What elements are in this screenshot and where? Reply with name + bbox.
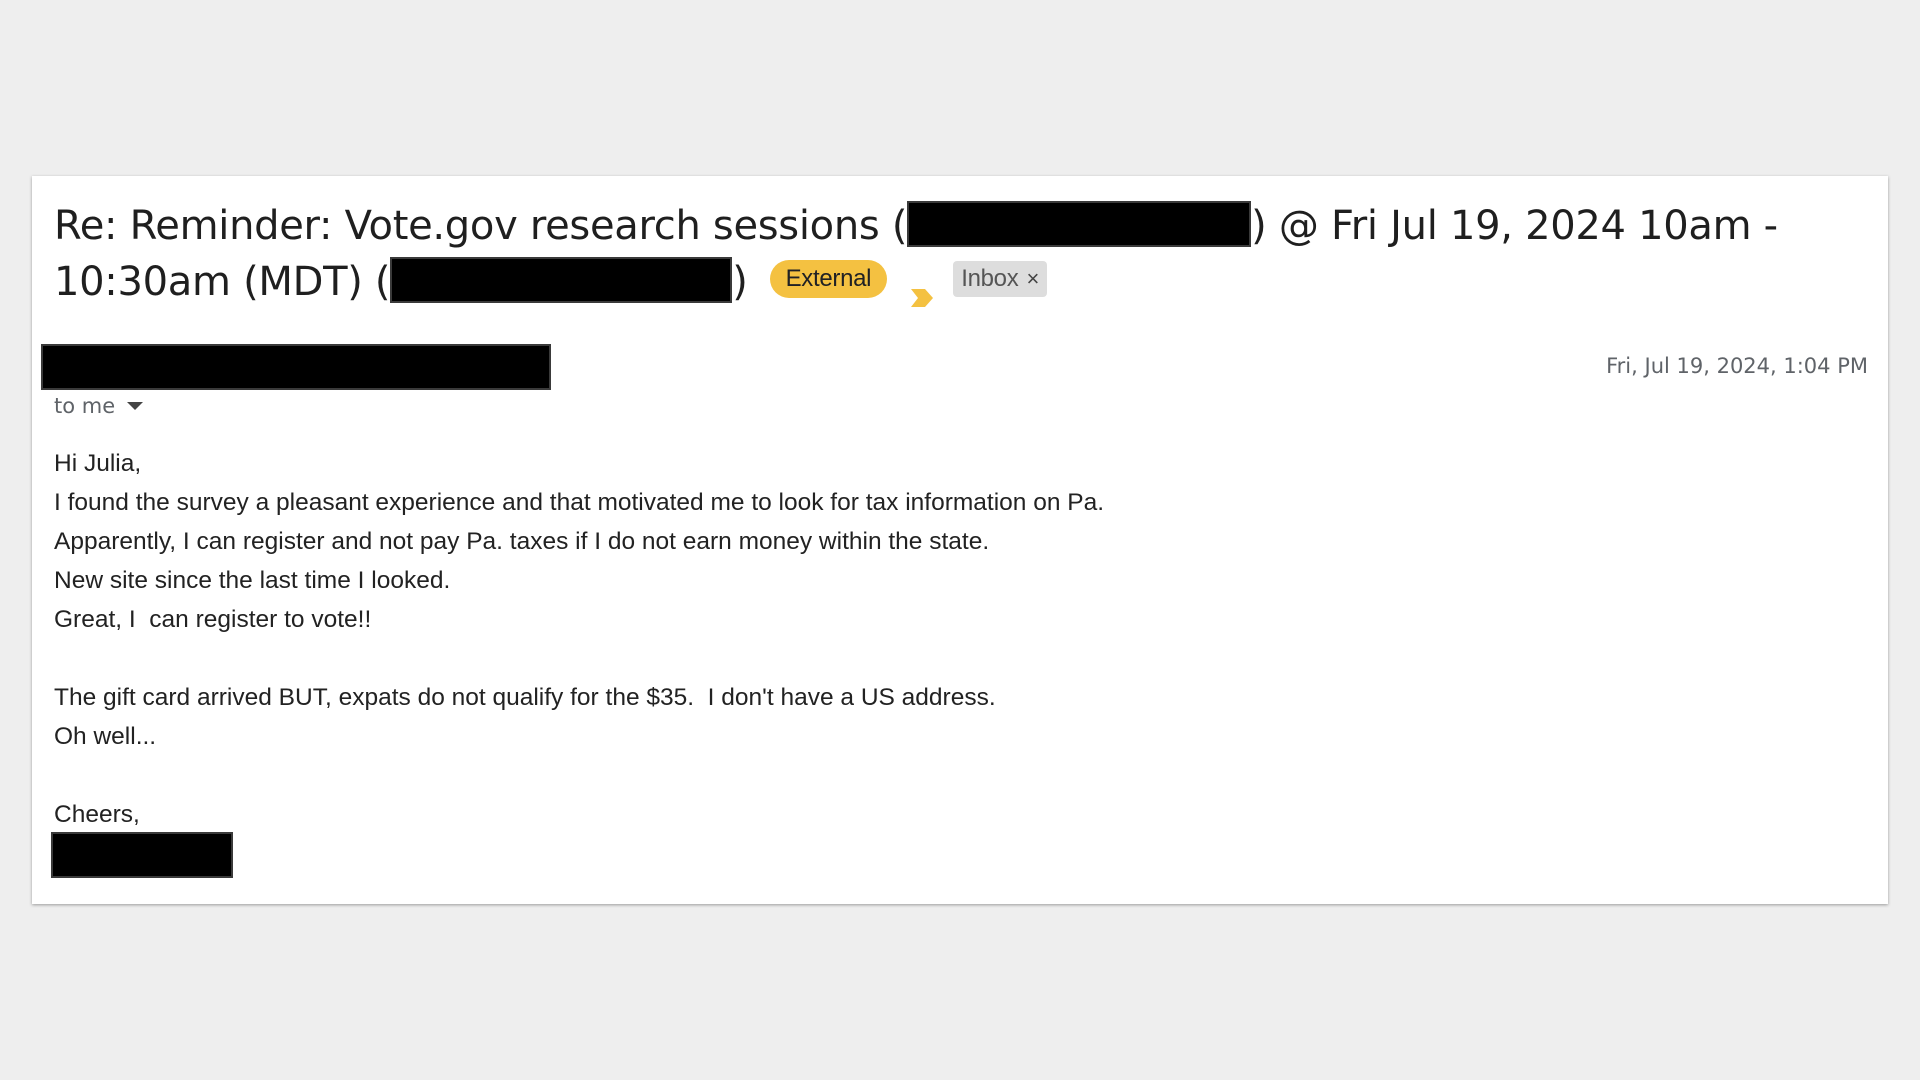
body-line: Oh well... xyxy=(54,723,157,750)
email-subject: Re: Reminder: Vote.gov research sessions… xyxy=(54,198,1844,310)
subject-text-part-1: Re: Reminder: Vote.gov research sessions… xyxy=(54,203,908,249)
recipient-text: to me xyxy=(54,394,116,418)
body-line: Great, I can register to vote!! xyxy=(54,606,372,633)
close-icon[interactable]: × xyxy=(1026,261,1039,297)
external-label: External xyxy=(769,260,888,298)
body-line: I found the survey a pleasant experience… xyxy=(54,489,1105,516)
email-body: Hi Julia, I found the survey a pleasant … xyxy=(54,444,1104,834)
inbox-label-text: Inbox xyxy=(961,265,1019,292)
email-date: Fri, Jul 19, 2024, 1:04 PM xyxy=(1606,354,1868,378)
inbox-label: Inbox × xyxy=(953,261,1047,297)
body-line: Apparently, I can register and not pay P… xyxy=(54,528,990,555)
importance-marker-icon[interactable] xyxy=(909,268,935,307)
subject-text-part-2: ) @ Fri Jul 19, 2024 10am - xyxy=(1251,203,1778,249)
body-line xyxy=(54,639,1104,678)
sender-redaction-bar xyxy=(41,344,551,390)
body-line: Cheers, xyxy=(54,801,140,828)
redaction-bar xyxy=(907,201,1252,247)
body-line: New site since the last time I looked. xyxy=(54,567,451,594)
signature-redaction-bar xyxy=(51,832,233,878)
recipient-details-toggle[interactable]: to me xyxy=(54,394,144,418)
body-line: Hi Julia, xyxy=(54,450,142,477)
email-message-card: Re: Reminder: Vote.gov research sessions… xyxy=(32,176,1888,904)
body-line: The gift card arrived BUT, expats do not… xyxy=(54,684,996,711)
subject-text-part-4: ) xyxy=(732,259,748,305)
body-line xyxy=(54,756,1104,795)
chevron-down-icon[interactable] xyxy=(127,402,144,410)
redaction-bar xyxy=(390,257,733,303)
subject-text-part-3: 10:30am (MDT) ( xyxy=(54,259,391,305)
